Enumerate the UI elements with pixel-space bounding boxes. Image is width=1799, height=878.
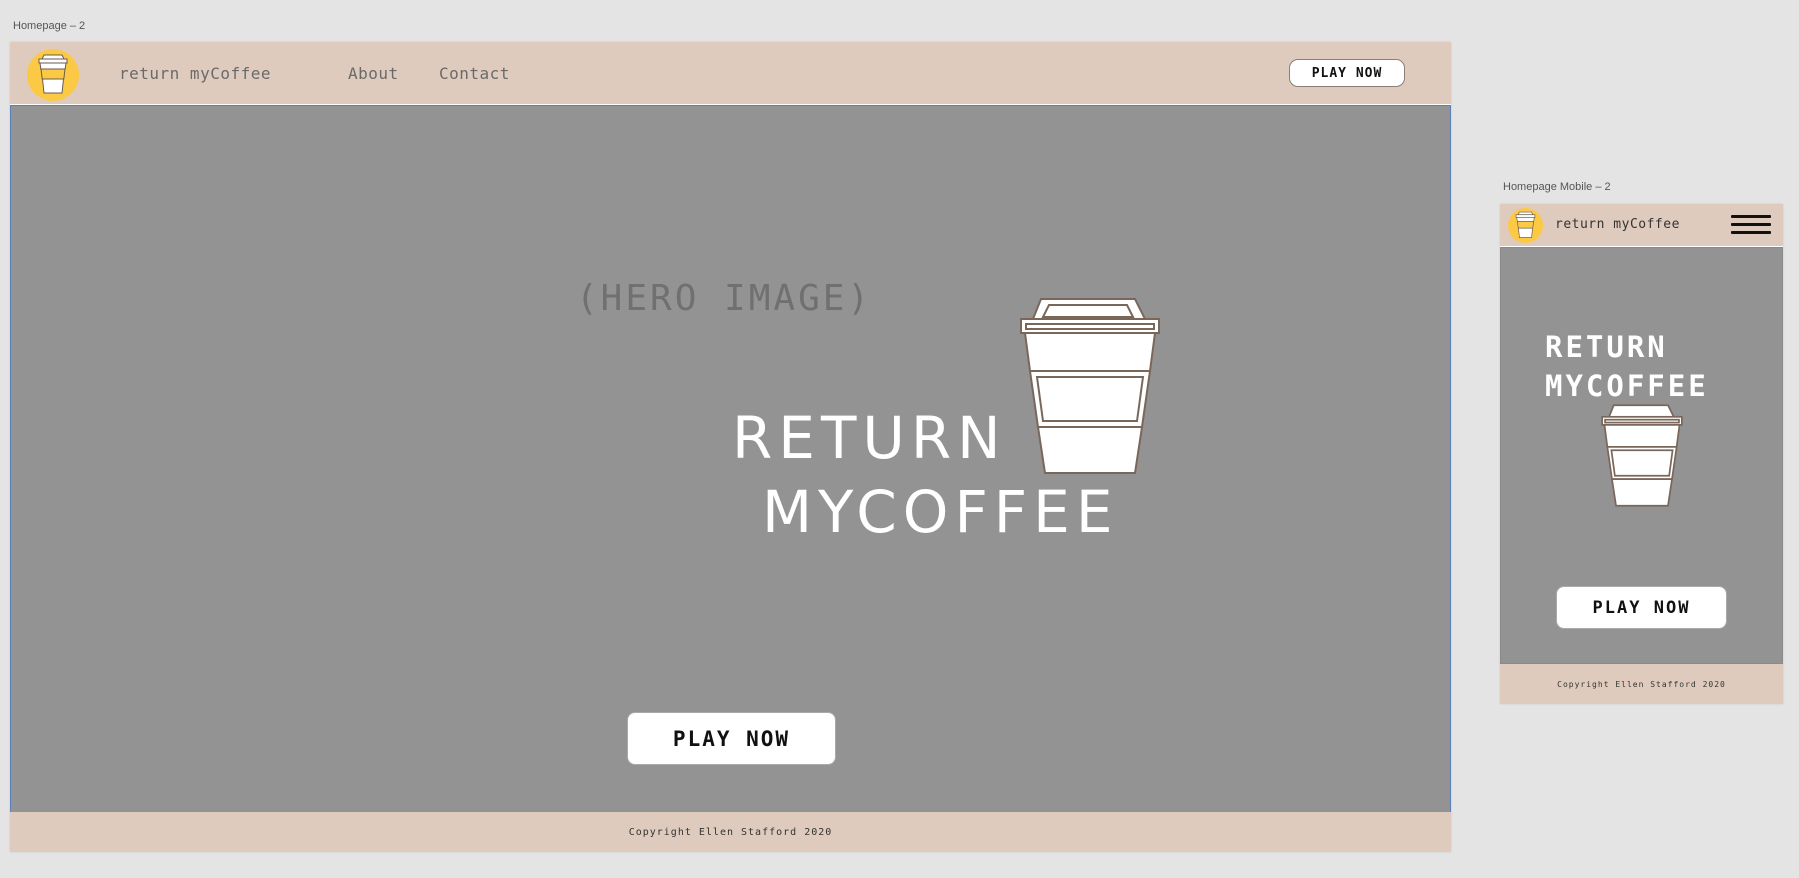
- mobile-hero-title: RETURN MYCOFFEE: [1545, 328, 1709, 406]
- coffee-cup-icon: [1020, 298, 1160, 474]
- hero-title-line-2: MYCOFFEE: [1545, 369, 1709, 403]
- logo[interactable]: [27, 49, 79, 101]
- site-footer: Copyright Ellen Stafford 2020: [10, 812, 1451, 852]
- desktop-artboard-label: Homepage – 2: [13, 20, 86, 32]
- nav-link-about[interactable]: About: [348, 64, 399, 83]
- hero-play-now-button[interactable]: PLAY NOW: [627, 712, 836, 765]
- hamburger-menu-icon[interactable]: [1731, 215, 1771, 237]
- mobile-artboard-label: Homepage Mobile – 2: [1503, 181, 1611, 193]
- mobile-hero-play-now-button[interactable]: PLAY NOW: [1556, 586, 1727, 629]
- logo[interactable]: [1508, 208, 1543, 243]
- copyright-text: Copyright Ellen Stafford 2020: [628, 826, 833, 838]
- hero-section: (HERO IMAGE) RETURN MYCOFFEE PLAY NOW: [10, 105, 1451, 813]
- mobile-footer: Copyright Ellen Stafford 2020: [1500, 664, 1783, 704]
- hero-title-line-1: RETURN: [732, 404, 1007, 472]
- brand-name[interactable]: return myCoffee: [1555, 217, 1680, 232]
- desktop-artboard: return myCoffee About Contact PLAY NOW (…: [10, 42, 1451, 852]
- brand-name[interactable]: return myCoffee: [119, 64, 271, 83]
- hero-image-placeholder: (HERO IMAGE): [576, 278, 873, 319]
- mobile-header: return myCoffee: [1500, 204, 1783, 246]
- copyright-text: Copyright Ellen Stafford 2020: [1557, 679, 1726, 689]
- site-header: return myCoffee About Contact PLAY NOW: [10, 42, 1451, 104]
- coffee-cup-icon: [38, 54, 68, 94]
- nav-link-contact[interactable]: Contact: [439, 64, 510, 83]
- header-play-now-button[interactable]: PLAY NOW: [1289, 59, 1405, 87]
- coffee-cup-icon: [1601, 404, 1683, 507]
- hero-title-line-1: RETURN: [1545, 330, 1668, 364]
- coffee-cup-icon: [1515, 211, 1536, 238]
- mobile-hero-section: RETURN MYCOFFEE PLAY NOW: [1500, 247, 1783, 664]
- mobile-artboard: return myCoffee RETURN MYCOFFEE PLAY NOW…: [1500, 204, 1783, 704]
- hero-title-line-2: MYCOFFEE: [762, 478, 1119, 546]
